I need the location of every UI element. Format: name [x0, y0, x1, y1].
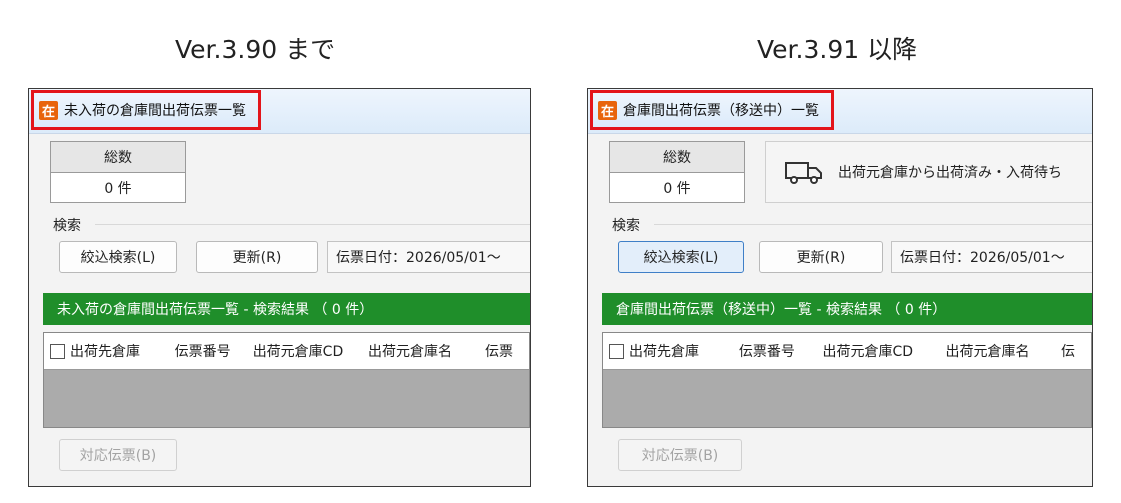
col-slip-truncated[interactable]: 伝: [1061, 341, 1091, 361]
col-slip-number[interactable]: 伝票番号: [175, 341, 253, 361]
total-count-header: 総数: [51, 142, 185, 173]
grid-header-row: 出荷先倉庫 伝票番号 出荷元倉庫CD 出荷元倉庫名 伝: [603, 333, 1091, 370]
title-highlight-box: 在 未入荷の倉庫間出荷伝票一覧: [31, 90, 261, 130]
window-title: 倉庫間出荷伝票（移送中）一覧: [623, 103, 819, 119]
col-slip-truncated[interactable]: 伝票: [485, 341, 529, 361]
select-all-checkbox[interactable]: [50, 343, 65, 359]
total-count-value: 0 件: [663, 181, 691, 197]
total-count-box: 総数 0 件: [50, 141, 186, 203]
filter-search-button[interactable]: 絞込検索(L): [618, 241, 744, 273]
col-source-warehouse-cd[interactable]: 出荷元倉庫CD: [822, 341, 945, 361]
window-old: 在 未入荷の倉庫間出荷伝票一覧 総数 0 件 検索 絞込検索(L) 更新(R) …: [28, 88, 531, 487]
zaiko-app-icon: 在: [598, 100, 617, 120]
zaiko-app-icon: 在: [39, 100, 58, 120]
date-filter-display: 伝票日付：2026/05/01～: [327, 241, 530, 273]
total-count-header: 総数: [610, 142, 744, 173]
transfer-status-box: 出荷元倉庫から出荷済み・入荷待ち: [765, 141, 1092, 203]
col-destination-warehouse[interactable]: 出荷先倉庫: [70, 341, 175, 361]
related-slip-button[interactable]: 対応伝票(B): [618, 439, 742, 471]
refresh-button[interactable]: 更新(R): [196, 241, 318, 273]
titlebar: 在 倉庫間出荷伝票（移送中）一覧: [588, 89, 1092, 134]
version-label-new: Ver.3.91 以降: [757, 35, 918, 64]
results-grid: 出荷先倉庫 伝票番号 出荷元倉庫CD 出荷元倉庫名 伝: [602, 332, 1092, 428]
results-grid: 出荷先倉庫 伝票番号 出荷元倉庫CD 出荷元倉庫名 伝票: [43, 332, 530, 428]
filter-search-button[interactable]: 絞込検索(L): [59, 241, 177, 273]
total-count-box: 総数 0 件: [609, 141, 745, 203]
col-slip-number[interactable]: 伝票番号: [739, 341, 823, 361]
total-count-value: 0 件: [104, 181, 132, 197]
section-divider: [654, 224, 1092, 225]
grid-header-row: 出荷先倉庫 伝票番号 出荷元倉庫CD 出荷元倉庫名 伝票: [44, 333, 529, 370]
transfer-status-text: 出荷元倉庫から出荷済み・入荷待ち: [838, 165, 1062, 181]
select-all-checkbox[interactable]: [609, 343, 624, 359]
results-header-bar: 倉庫間出荷伝票（移送中）一覧 - 検索結果 （ 0 件）: [602, 293, 1092, 325]
col-destination-warehouse[interactable]: 出荷先倉庫: [629, 341, 739, 361]
related-slip-button[interactable]: 対応伝票(B): [59, 439, 177, 471]
results-header-bar: 未入荷の倉庫間出荷伝票一覧 - 検索結果 （ 0 件）: [43, 293, 530, 325]
refresh-button[interactable]: 更新(R): [759, 241, 883, 273]
title-highlight-box: 在 倉庫間出荷伝票（移送中）一覧: [590, 90, 834, 130]
section-divider: [95, 224, 530, 225]
window-title: 未入荷の倉庫間出荷伝票一覧: [64, 103, 246, 119]
window-new: 在 倉庫間出荷伝票（移送中）一覧 総数 0 件 出荷元倉庫から出荷済み・入荷待ち…: [587, 88, 1093, 487]
col-source-warehouse-name[interactable]: 出荷元倉庫名: [368, 341, 485, 361]
date-filter-display: 伝票日付：2026/05/01～: [891, 241, 1092, 273]
col-source-warehouse-cd[interactable]: 出荷元倉庫CD: [253, 341, 368, 361]
truck-icon: [785, 162, 822, 184]
search-section-label: 検索: [53, 218, 81, 234]
titlebar: 在 未入荷の倉庫間出荷伝票一覧: [29, 89, 530, 134]
col-source-warehouse-name[interactable]: 出荷元倉庫名: [945, 341, 1061, 361]
version-label-old: Ver.3.90 まで: [175, 35, 336, 64]
search-section-label: 検索: [612, 218, 640, 234]
